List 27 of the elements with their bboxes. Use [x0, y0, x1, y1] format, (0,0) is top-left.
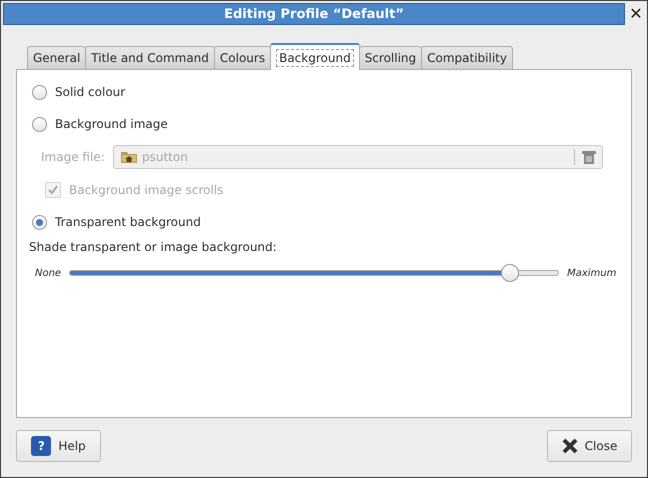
tab[interactable]: Title and Command [85, 46, 215, 69]
window-title: Editing Profile “Default” [224, 6, 404, 22]
close-icon [562, 438, 578, 454]
slider-min-label: None [35, 268, 62, 278]
tab[interactable]: Background [270, 43, 360, 70]
help-icon: ? [31, 436, 52, 456]
tab[interactable]: Compatibility [421, 46, 513, 69]
radio-button[interactable] [32, 214, 47, 230]
radio-button[interactable] [32, 116, 47, 132]
slider-handle[interactable] [501, 264, 520, 282]
radio-label: Solid colour [55, 85, 126, 99]
home-folder-icon [120, 150, 138, 164]
slider-track[interactable] [69, 264, 560, 282]
close-button[interactable]: Close [547, 430, 632, 462]
checkbox-label: Background image scrolls [69, 183, 224, 197]
slider-label: Shade transparent or image background: [29, 240, 278, 256]
slider-max-label: Maximum [567, 268, 616, 278]
radio-label: Background image [55, 117, 168, 131]
tab[interactable]: General [27, 46, 86, 69]
tab[interactable]: Colours [214, 46, 272, 69]
file-path: psutton [142, 150, 189, 164]
close-button[interactable]: ✕ [627, 3, 645, 23]
help-button[interactable]: ? Help [16, 430, 101, 462]
radio-button[interactable] [32, 84, 47, 100]
tab[interactable]: Scrolling [358, 46, 422, 69]
radio-label: Transparent background [55, 215, 201, 229]
field-label: Image file: [41, 150, 106, 164]
